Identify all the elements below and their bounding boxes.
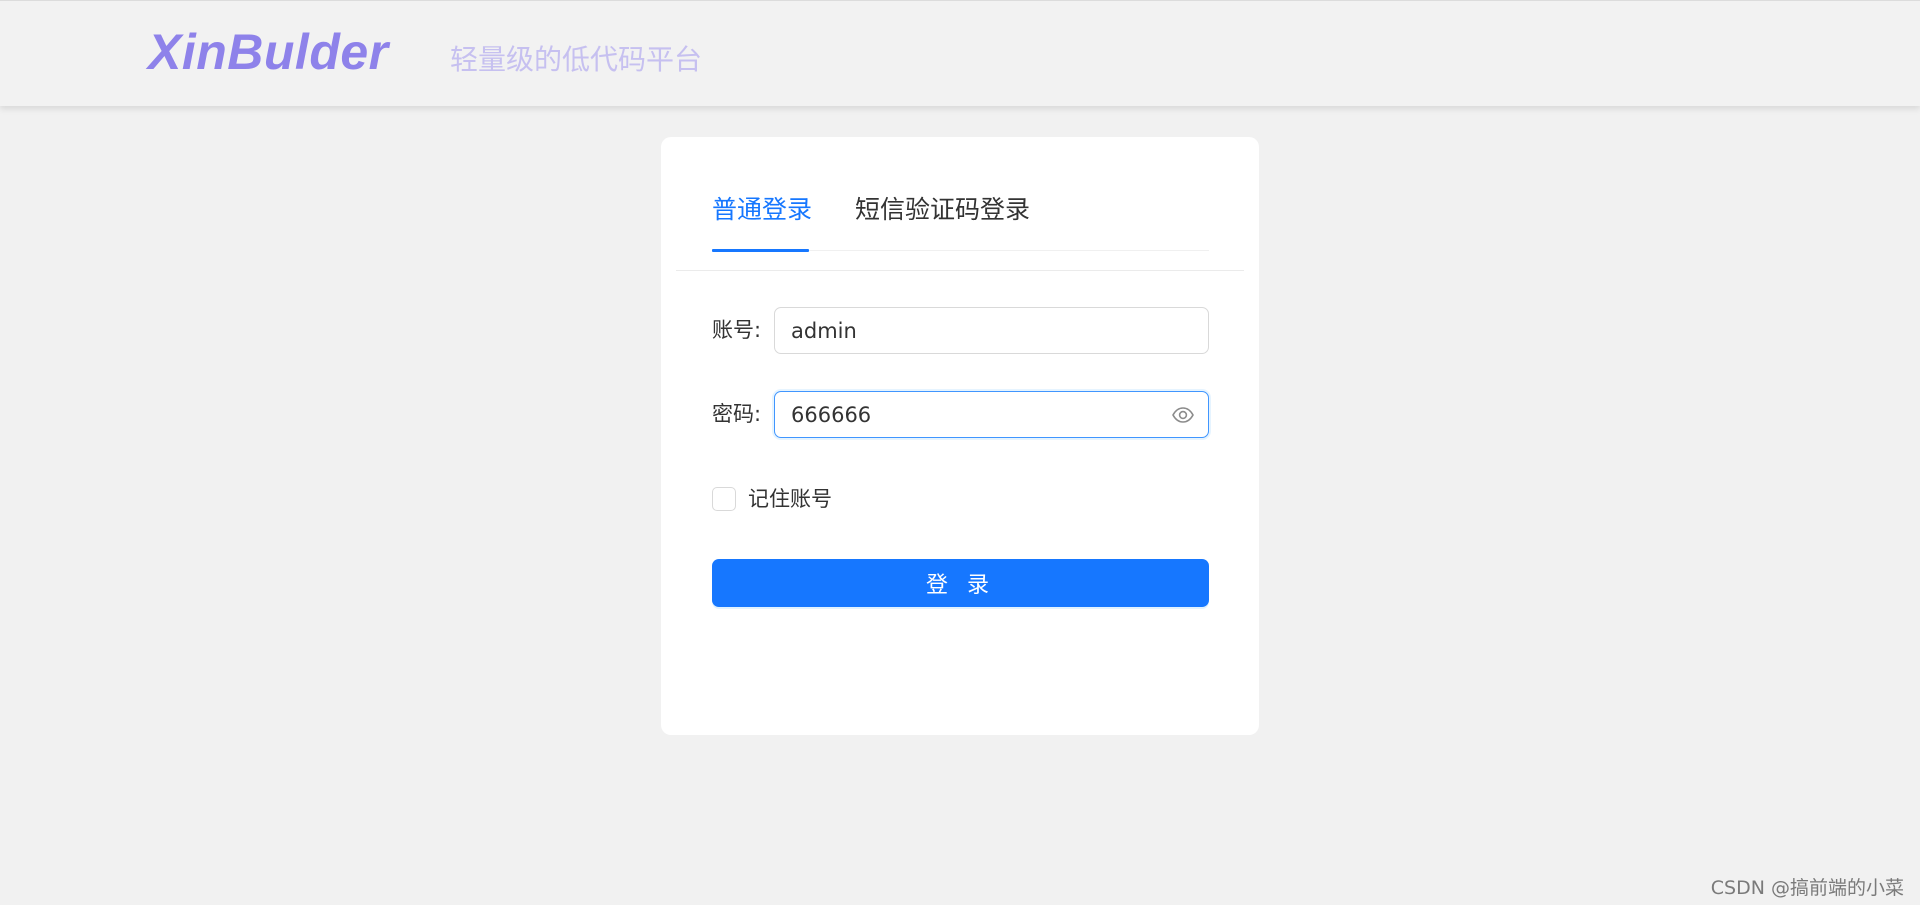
login-button[interactable]: 登 录: [712, 559, 1209, 607]
account-label: 账号:: [712, 318, 762, 342]
password-label: 密码:: [712, 402, 762, 426]
top-bar: XinBulder 轻量级的低代码平台: [0, 0, 1920, 106]
login-card: 普通登录 短信验证码登录 账号: 密码: 记住账号 登 录: [661, 137, 1259, 735]
eye-icon[interactable]: [1171, 403, 1195, 427]
app-logo[interactable]: XinBulder: [148, 23, 389, 81]
tabs-divider: [676, 270, 1244, 271]
account-input[interactable]: [774, 307, 1209, 354]
tab-password-login[interactable]: 普通登录: [712, 193, 812, 227]
login-tabs: 普通登录 短信验证码登录: [712, 193, 1209, 252]
account-row: 账号:: [712, 307, 1209, 354]
password-input[interactable]: [774, 391, 1209, 438]
app-slogan: 轻量级的低代码平台: [450, 43, 703, 76]
active-tab-indicator: [712, 249, 809, 252]
watermark: CSDN @搞前端的小菜: [1710, 877, 1904, 899]
remember-label: 记住账号: [748, 487, 832, 511]
tab-sms-login[interactable]: 短信验证码登录: [855, 193, 1030, 227]
remember-checkbox[interactable]: [712, 487, 736, 511]
password-row: 密码:: [712, 391, 1209, 438]
